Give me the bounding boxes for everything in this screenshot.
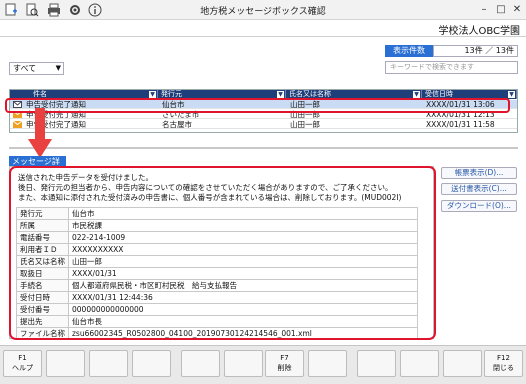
maximize-icon[interactable]: □: [494, 3, 508, 16]
chevron-down-icon[interactable]: ▼: [413, 91, 420, 98]
chevron-down-icon[interactable]: ▼: [277, 91, 284, 98]
download-button[interactable]: ダウンロード(O)...: [441, 200, 517, 212]
chevron-down-icon[interactable]: ▼: [149, 91, 156, 98]
f10-button[interactable]: [400, 350, 439, 377]
filter-value: すべて: [13, 64, 37, 73]
title-bar: 地方税メッセージボックス確認 – □ ✕: [0, 0, 526, 20]
row-issuer: 名古屋市: [162, 120, 192, 129]
chevron-down-icon: ▼: [55, 64, 61, 72]
form-view-button[interactable]: 帳票表示(D)...: [441, 167, 517, 179]
detail-highlight-frame: [9, 166, 436, 340]
f4-button[interactable]: [132, 350, 171, 377]
row-highlight-frame: [5, 98, 510, 113]
fkey-label: 削除: [277, 364, 292, 372]
row-name: 山田一郎: [290, 120, 320, 129]
f8-button[interactable]: [308, 350, 347, 377]
fkey-label: 閉じる: [493, 364, 514, 372]
search-input[interactable]: キーワードで検索できます: [385, 61, 518, 74]
organization-name: 学校法人OBC学園: [438, 26, 520, 37]
count-value: 13件 ／ 13件: [433, 45, 518, 57]
fkey-number: F12: [497, 354, 510, 362]
arrow-down-icon: [28, 108, 52, 158]
fkey-number: F7: [280, 354, 289, 362]
row-received: XXXX/01/31 11:58: [426, 120, 495, 129]
f6-button[interactable]: [224, 350, 263, 377]
f3-button[interactable]: [89, 350, 128, 377]
window-title: 地方税メッセージボックス確認: [200, 7, 326, 17]
fkey-number: F1: [18, 354, 27, 362]
mail-icon: [13, 121, 22, 128]
close-icon[interactable]: ✕: [510, 3, 524, 16]
f9-button[interactable]: [357, 350, 396, 377]
filter-select[interactable]: すべて ▼: [9, 62, 64, 75]
f5-button[interactable]: [181, 350, 220, 377]
divider: [0, 36, 526, 37]
f12-close-button[interactable]: F12 閉じる: [484, 350, 523, 377]
f1-help-button[interactable]: F1 ヘルプ: [3, 350, 42, 377]
splitter[interactable]: [9, 147, 518, 149]
chevron-down-icon[interactable]: ▼: [508, 91, 515, 98]
f2-button[interactable]: [46, 350, 85, 377]
count-label: 表示件数: [385, 45, 433, 57]
minimize-icon[interactable]: –: [477, 3, 491, 16]
table-row[interactable]: 申告受付完了通知 名古屋市 山田一郎 XXXX/01/31 11:58: [10, 120, 517, 129]
f7-delete-button[interactable]: F7 削除: [265, 350, 304, 377]
f11-button[interactable]: [443, 350, 482, 377]
fkey-label: ヘルプ: [12, 364, 33, 372]
cover-letter-view-button[interactable]: 送付書表示(C)...: [441, 183, 517, 195]
